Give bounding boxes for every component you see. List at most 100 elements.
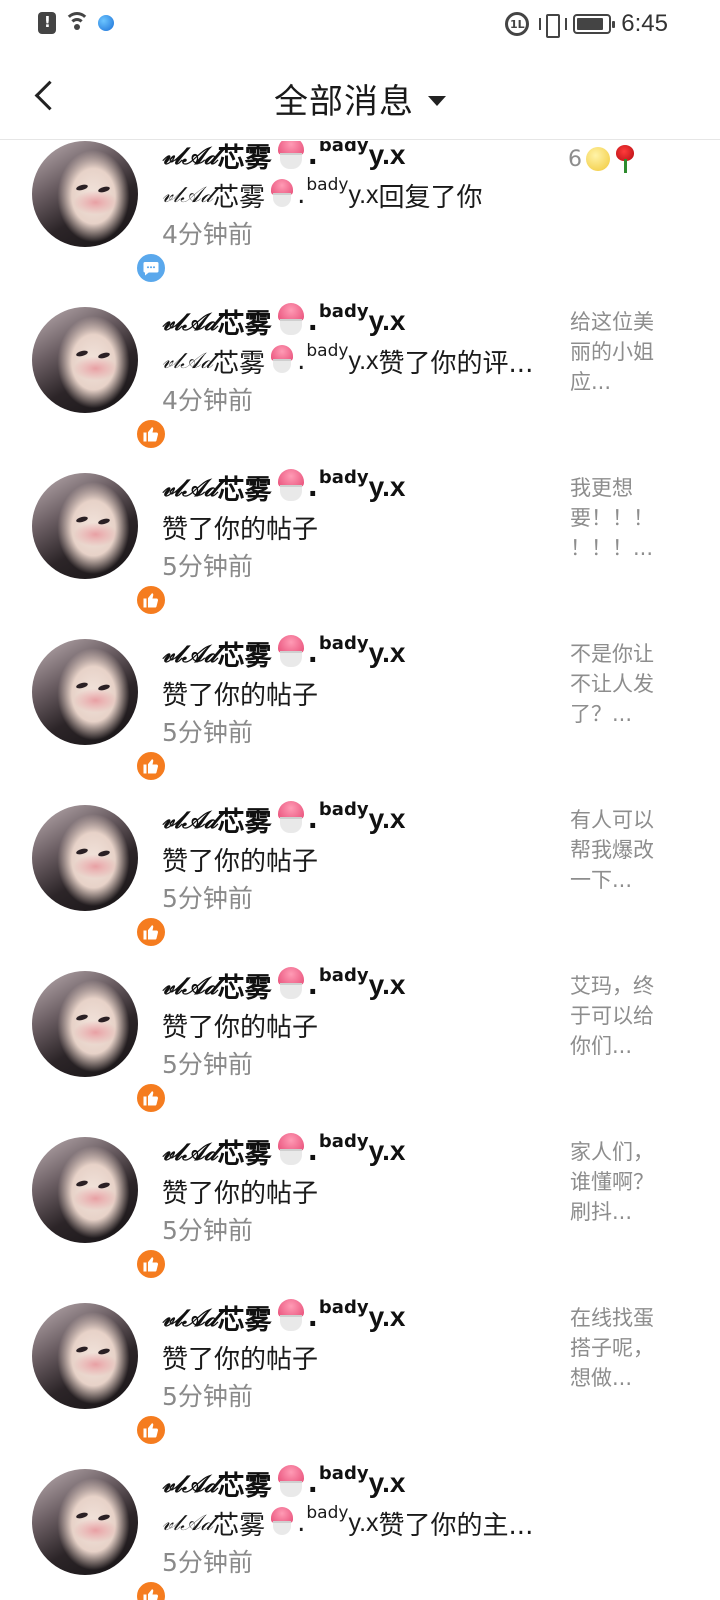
avatar[interactable] xyxy=(32,1469,168,1600)
sender-name-superscript: bady xyxy=(318,1296,369,1318)
avatar[interactable] xyxy=(32,473,168,617)
shaved-ice-emoji-icon xyxy=(276,1299,306,1331)
sender-name-prefix: 𝓋𝓁𝒜𝒹 xyxy=(162,141,217,170)
dropdown-caret-icon xyxy=(428,95,446,106)
sender-name-dot: . xyxy=(307,1301,318,1333)
post-preview[interactable]: 家人们， 谁懂啊？ 刷抖... xyxy=(570,1137,670,1227)
sender-name: 芯雾 xyxy=(217,1304,272,1336)
sender-name-line[interactable]: 𝓋𝓁𝒜𝒹 芯雾. bady y.x xyxy=(162,799,552,839)
sender-name-prefix: 𝓋𝓁𝒜𝒹 xyxy=(162,1510,213,1536)
message-content: 𝓋𝓁𝒜𝒹 芯雾. bady y.x 𝓋𝓁𝒜𝒹 芯雾. bady y.x 回复了你 4分钟前 xyxy=(162,141,552,255)
message-row[interactable]: 𝓋𝓁𝒜𝒹 芯雾. bady y.x 𝓋𝓁𝒜𝒹 芯雾. bady y.x 回复了你 4分钟前 6 xyxy=(0,141,720,285)
sender-name-tail: y.x xyxy=(368,1467,406,1498)
message-row[interactable]: 𝓋𝓁𝒜𝒹 芯雾. bady y.x 赞了你的帖子 5分钟前 我更想 要！！！ ！！！... xyxy=(0,447,720,617)
sender-name-prefix: 𝓋𝓁𝒜𝒹 xyxy=(162,472,217,502)
message-row[interactable]: 𝓋𝓁𝒜𝒹 芯雾. bady y.x 赞了你的帖子 5分钟前 家人们， 谁懂啊？ 刷抖... xyxy=(0,1111,720,1281)
sender-name-dot: . xyxy=(307,637,318,669)
sender-name: 芯雾 xyxy=(213,348,266,379)
sender-name: 芯雾 xyxy=(217,1138,272,1170)
header: 全部消息 xyxy=(0,48,720,140)
shaved-ice-emoji-icon xyxy=(276,469,306,501)
sender-name: 芯雾 xyxy=(217,806,272,838)
page-title: 全部消息 xyxy=(274,82,414,122)
message-action-text: 赞了你的评... xyxy=(378,348,534,379)
avatar[interactable] xyxy=(32,805,168,949)
message-description: 𝓋𝓁𝒜𝒹 芯雾. bady y.x 赞了你的评... xyxy=(162,341,552,381)
avatar-detail xyxy=(97,849,111,858)
alert-icon xyxy=(38,12,56,34)
sender-name-tail: y.x xyxy=(348,346,379,375)
avatar[interactable] xyxy=(32,307,168,451)
sender-name-superscript: bady xyxy=(306,175,349,195)
avatar[interactable] xyxy=(32,141,168,285)
avatar-detail xyxy=(75,183,89,192)
sender-name-dot: . xyxy=(297,180,306,210)
post-preview[interactable]: 不是你让 不让人发 了？... xyxy=(570,639,670,729)
message-list[interactable]: 𝓋𝓁𝒜𝒹 芯雾. bady y.x 𝓋𝓁𝒜𝒹 芯雾. bady y.x 回复了你 4分钟前 6 𝓋𝓁𝒜… xyxy=(0,141,720,1600)
sender-name-tail: y.x xyxy=(368,305,406,336)
post-preview[interactable]: 我更想 要！！！ ！！！... xyxy=(570,473,670,563)
avatar[interactable] xyxy=(32,971,168,1115)
message-time: 5分钟前 xyxy=(162,552,253,581)
thumbs-up-icon xyxy=(134,749,168,783)
sender-name-dot: . xyxy=(307,1135,318,1167)
sender-name-superscript: bady xyxy=(318,964,369,986)
sender-name-superscript: bady xyxy=(306,341,349,361)
message-content: 𝓋𝓁𝒜𝒹 芯雾. bady y.x 赞了你的帖子 5分钟前 xyxy=(162,467,552,587)
sender-name-prefix: 𝓋𝓁𝒜𝒹 xyxy=(162,348,213,374)
sender-name: 芯雾 xyxy=(217,142,272,174)
shaved-ice-emoji-icon xyxy=(276,801,306,833)
message-description: 赞了你的帖子 xyxy=(162,839,552,879)
thumbs-up-icon xyxy=(134,1247,168,1281)
message-content: 𝓋𝓁𝒜𝒹 芯雾. bady y.x 赞了你的帖子 5分钟前 xyxy=(162,1131,552,1251)
message-row[interactable]: 𝓋𝓁𝒜𝒹 芯雾. bady y.x 赞了你的帖子 5分钟前 艾玛，终 于可以给 你们... xyxy=(0,945,720,1115)
message-action-text: 赞了你的帖子 xyxy=(162,514,319,545)
sender-name-tail: y.x xyxy=(368,141,406,170)
chat-bubble-icon xyxy=(134,251,168,285)
message-row[interactable]: 𝓋𝓁𝒜𝒹 芯雾. bady y.x 𝓋𝓁𝒜𝒹 芯雾. bady y.x 赞了你的评... 4分钟前… xyxy=(0,281,720,451)
shaved-ice-emoji-icon xyxy=(269,179,295,207)
avatar-detail xyxy=(97,351,111,360)
avatar[interactable] xyxy=(32,1303,168,1447)
sender-name-line[interactable]: 𝓋𝓁𝒜𝒹 芯雾. bady y.x xyxy=(162,301,552,341)
avatar[interactable] xyxy=(32,1137,168,1281)
sender-name-prefix: 𝓋𝓁𝒜𝒹 xyxy=(162,1136,217,1166)
avatar-detail xyxy=(97,517,111,526)
sender-name-superscript: bady xyxy=(318,1462,369,1484)
sender-name: 芯雾 xyxy=(217,474,272,506)
sender-name-superscript: bady xyxy=(318,300,369,322)
sender-name-line[interactable]: 𝓋𝓁𝒜𝒹 芯雾. bady y.x xyxy=(162,965,552,1005)
shaved-ice-emoji-icon xyxy=(276,967,306,999)
message-time: 5分钟前 xyxy=(162,884,253,913)
avatar[interactable] xyxy=(32,639,168,783)
message-row[interactable]: 𝓋𝓁𝒜𝒹 芯雾. bady y.x 赞了你的帖子 5分钟前 有人可以 帮我爆改 一下... xyxy=(0,779,720,949)
message-description: 𝓋𝓁𝒜𝒹 芯雾. bady y.x 回复了你 xyxy=(162,175,552,215)
sender-name-tail: y.x xyxy=(368,1135,406,1166)
shaved-ice-emoji-icon xyxy=(276,141,306,169)
sender-name-line[interactable]: 𝓋𝓁𝒜𝒹 芯雾. bady y.x xyxy=(162,467,552,507)
message-row[interactable]: 𝓋𝓁𝒜𝒹 芯雾. bady y.x 𝓋𝓁𝒜𝒹 芯雾. bady y.x 赞了你的主... 5分钟前 xyxy=(0,1443,720,1600)
sender-name-superscript: bady xyxy=(306,1503,349,1523)
message-filter-dropdown[interactable]: 全部消息 xyxy=(0,74,720,123)
post-preview[interactable]: 有人可以 帮我爆改 一下... xyxy=(570,805,670,895)
sender-name-dot: . xyxy=(307,141,318,171)
avatar-detail xyxy=(75,681,89,690)
post-preview[interactable]: 给这位美 丽的小姐 应... xyxy=(570,307,670,397)
message-description: 赞了你的帖子 xyxy=(162,1337,552,1377)
sender-name-line[interactable]: 𝓋𝓁𝒜𝒹 芯雾. bady y.x xyxy=(162,1131,552,1171)
sender-name-line[interactable]: 𝓋𝓁𝒜𝒹 芯雾. bady y.x xyxy=(162,1463,552,1503)
sender-name-line[interactable]: 𝓋𝓁𝒜𝒹 芯雾. bady y.x xyxy=(162,633,552,673)
post-preview[interactable]: 6 xyxy=(568,145,636,173)
message-row[interactable]: 𝓋𝓁𝒜𝒹 芯雾. bady y.x 赞了你的帖子 5分钟前 在线找蛋 搭子呢， 想做... xyxy=(0,1277,720,1447)
post-preview[interactable]: 在线找蛋 搭子呢， 想做... xyxy=(570,1303,670,1393)
sender-name-dot: . xyxy=(307,803,318,835)
smile-emoji-icon xyxy=(586,147,610,171)
rose-emoji-icon xyxy=(614,145,636,173)
sender-name-line[interactable]: 𝓋𝓁𝒜𝒹 芯雾. bady y.x xyxy=(162,1297,552,1337)
thumbs-up-icon xyxy=(134,583,168,617)
message-row[interactable]: 𝓋𝓁𝒜𝒹 芯雾. bady y.x 赞了你的帖子 5分钟前 不是你让 不让人发 了？... xyxy=(0,613,720,783)
shaved-ice-emoji-icon xyxy=(269,1507,295,1535)
post-preview[interactable]: 艾玛，终 于可以给 你们... xyxy=(570,971,670,1061)
message-description: 赞了你的帖子 xyxy=(162,507,552,547)
sender-name-line[interactable]: 𝓋𝓁𝒜𝒹 芯雾. bady y.x xyxy=(162,141,552,175)
